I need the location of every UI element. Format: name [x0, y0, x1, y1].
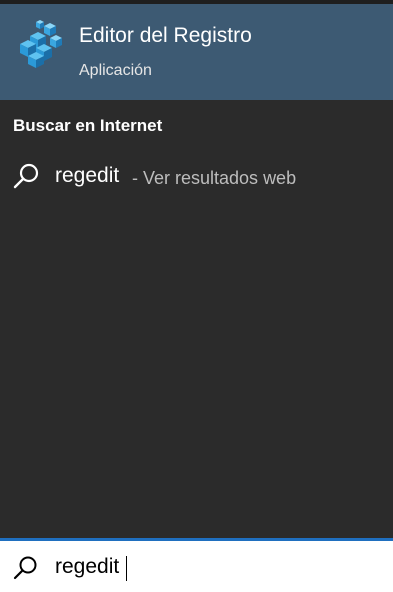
- web-result-query: regedit: [55, 164, 120, 187]
- text-caret: [126, 556, 127, 581]
- best-match-title: Editor del Registro: [79, 24, 252, 47]
- search-results-panel: Editor del Registro Aplicación Buscar en…: [0, 0, 393, 592]
- best-match-subtitle: Aplicación: [79, 62, 152, 79]
- registry-editor-icon: [20, 20, 62, 68]
- search-icon: [13, 556, 37, 580]
- search-input[interactable]: [55, 551, 375, 583]
- web-search-result[interactable]: regedit - Ver resultados web: [0, 152, 393, 202]
- search-icon: [13, 163, 39, 189]
- web-result-suffix: - Ver resultados web: [132, 168, 297, 188]
- best-match-result[interactable]: Editor del Registro Aplicación: [0, 4, 393, 100]
- web-section-header: Buscar en Internet: [13, 116, 163, 135]
- search-box[interactable]: [0, 538, 393, 592]
